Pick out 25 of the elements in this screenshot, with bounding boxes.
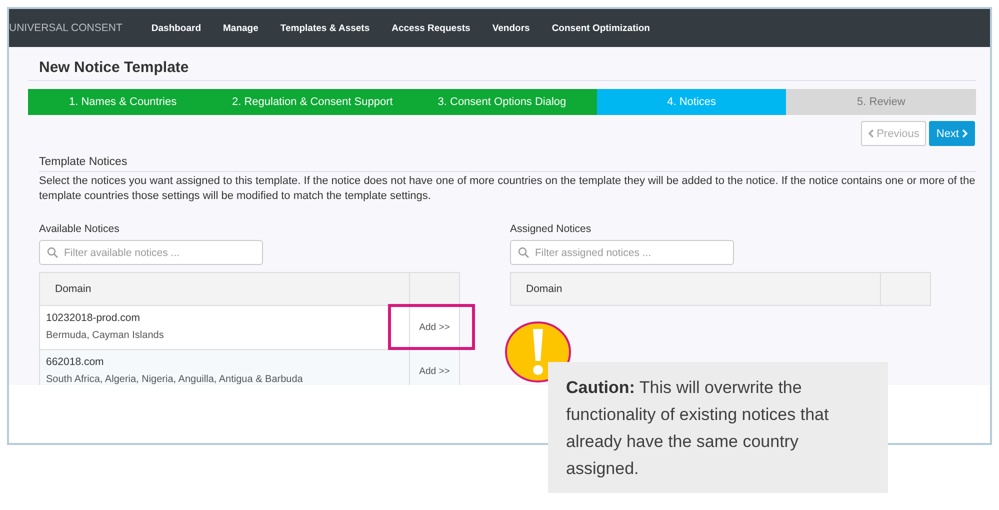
chevron-right-icon xyxy=(962,129,968,138)
page-title: New Notice Template xyxy=(28,47,976,81)
nav-link[interactable]: Dashboard xyxy=(140,22,212,34)
caution-callout: Caution: This will overwrite the functionality of existing notices that already have the same country assigned. xyxy=(548,362,888,493)
column-title: Assigned Notices xyxy=(510,223,592,235)
column-header: Domain xyxy=(526,283,562,295)
filter-field[interactable]: Filter assigned notices ... xyxy=(510,240,734,265)
section-description: Select the notices you want assigned to this template. If the notice does not have one of more countries on the template they will be added to the notice. If the notice contains one or more of the template countries those settings will be modified to match the template settings. xyxy=(39,174,976,204)
column-title: Available Notices xyxy=(39,223,120,235)
nav-link[interactable]: Manage xyxy=(212,22,270,34)
countries-text: Bermuda, Cayman Islands xyxy=(46,330,165,341)
section-title: Template Notices xyxy=(39,156,976,172)
chevron-left-icon xyxy=(868,129,874,138)
column-header: Domain xyxy=(55,283,92,295)
nav-link[interactable]: Access Requests xyxy=(380,22,482,34)
countries-text: South Africa, Algeria, Nigeria, Anguilla, Antigua & Barbuda xyxy=(46,374,304,385)
domain-text: 662018.com xyxy=(46,356,105,368)
brand-label: UNIVERSAL CONSENT xyxy=(9,22,124,34)
nav-link[interactable]: Vendors xyxy=(481,22,541,34)
nav-link[interactable]: Templates & Assets xyxy=(269,22,381,34)
nav-link[interactable]: Consent Optimization xyxy=(540,22,661,34)
domain-text: 10232018-prod.com xyxy=(46,312,141,324)
filter-field[interactable]: Filter available notices ... xyxy=(39,240,263,265)
add-button[interactable]: Add >> xyxy=(417,320,452,335)
add-button[interactable]: Add >> xyxy=(417,364,452,379)
